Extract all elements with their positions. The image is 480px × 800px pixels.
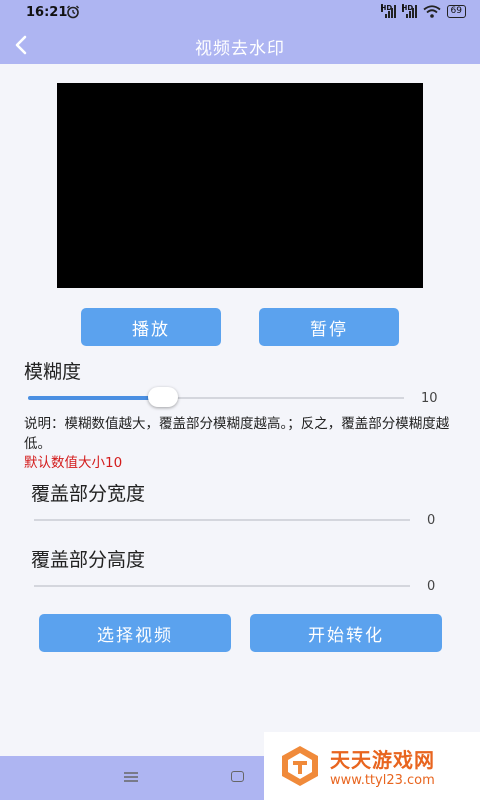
app-bar: 视频去水印 bbox=[0, 28, 480, 64]
status-bar: 16:21 HD HD 69 bbox=[0, 0, 480, 28]
blur-slider-fill bbox=[28, 396, 164, 400]
signal-icon-2: HD bbox=[401, 4, 417, 18]
menu-icon[interactable] bbox=[124, 772, 138, 782]
video-preview[interactable] bbox=[57, 83, 423, 288]
alarm-icon bbox=[67, 5, 79, 19]
status-time: 16:21 bbox=[26, 5, 68, 20]
cover-height-slider[interactable] bbox=[34, 585, 410, 587]
blur-label: 模糊度 bbox=[24, 361, 82, 383]
select-video-button[interactable]: 选择视频 bbox=[39, 614, 231, 652]
watermark-url: www.ttyl23.com bbox=[330, 773, 435, 788]
blur-description: 说明：模糊数值越大，覆盖部分模糊度越高。；反之，覆盖部分模糊度越低。 bbox=[24, 416, 450, 452]
home-icon[interactable] bbox=[231, 771, 244, 782]
cover-height-label: 覆盖部分高度 bbox=[31, 549, 146, 571]
watermark-logo-icon bbox=[282, 746, 318, 786]
wifi-icon bbox=[422, 4, 441, 18]
status-icons: HD HD 69 bbox=[380, 4, 466, 18]
watermark-name: 天天游戏网 bbox=[330, 748, 435, 772]
signal-icon: HD bbox=[380, 4, 396, 18]
page-title: 视频去水印 bbox=[195, 39, 285, 59]
cover-width-value: 0 bbox=[427, 513, 436, 528]
blur-default-note: 默认数值大小10 bbox=[24, 455, 123, 471]
site-watermark: 天天游戏网 www.ttyl23.com bbox=[264, 732, 480, 800]
cover-height-value: 0 bbox=[427, 579, 436, 594]
battery-icon: 69 bbox=[446, 4, 466, 18]
cover-width-slider[interactable] bbox=[34, 519, 410, 521]
pause-button[interactable]: 暂停 bbox=[259, 308, 399, 346]
cover-width-label: 覆盖部分宽度 bbox=[31, 483, 146, 505]
start-convert-button[interactable]: 开始转化 bbox=[250, 614, 442, 652]
blur-slider-thumb[interactable] bbox=[148, 387, 179, 407]
blur-value: 10 bbox=[421, 391, 438, 406]
play-button[interactable]: 播放 bbox=[81, 308, 221, 346]
